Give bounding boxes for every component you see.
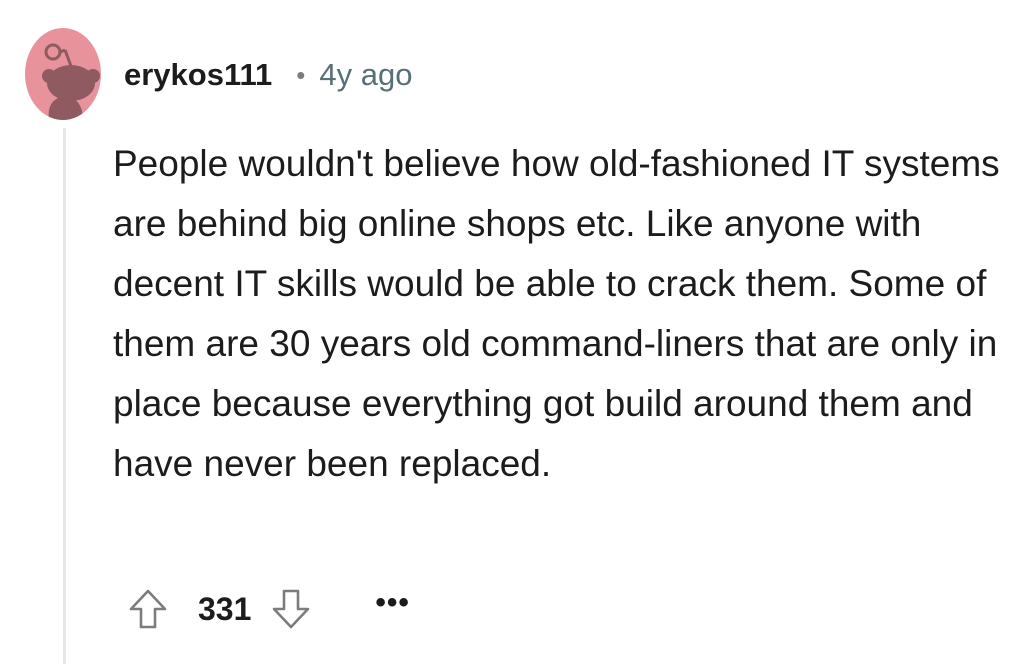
meta-separator: • [296,59,306,90]
avatar[interactable] [25,28,101,120]
arrow-down-outline-icon [273,589,310,629]
more-options-button[interactable]: ••• [375,588,410,618]
thread-line[interactable] [63,128,66,664]
vote-score: 331 [198,590,252,627]
comment-timestamp[interactable]: 4y ago [319,57,412,93]
comment-body: People wouldn't believe how old-fashione… [113,143,1000,484]
upvote-button[interactable] [126,584,170,634]
comment-author[interactable]: erykos111 [124,57,272,93]
snoo-avatar-icon [25,28,101,120]
comment-actions: 331 ••• [126,584,410,634]
arrow-up-outline-icon [129,589,167,629]
downvote-button[interactable] [269,584,313,634]
comment-header: erykos111 • 4y ago [124,52,412,98]
